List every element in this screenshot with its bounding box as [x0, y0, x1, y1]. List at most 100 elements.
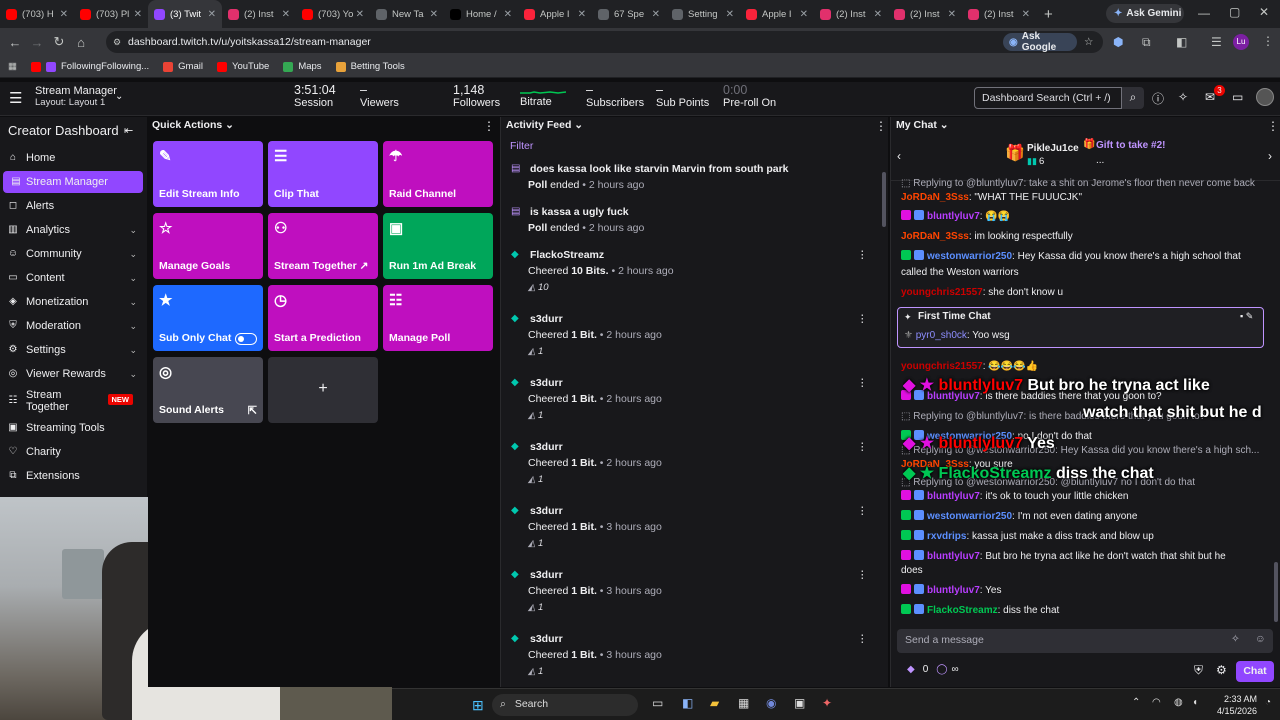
sub-only-toggle[interactable] [235, 333, 257, 345]
chat-username[interactable]: youngchris21557 [901, 361, 983, 372]
quick-action-start-a-prediction[interactable]: ◷ Start a Prediction [268, 285, 378, 351]
help-icon[interactable]: ⓘ [1152, 90, 1164, 107]
close-tab-icon[interactable]: ✕ [726, 9, 734, 20]
browser-tab[interactable]: Home / ✕ [444, 0, 518, 28]
back-icon[interactable]: ← [4, 35, 26, 50]
bookmark-star-icon[interactable]: ☆ [1084, 36, 1093, 48]
chat-username[interactable]: JoRDaN_3Sss [901, 192, 969, 203]
new-tab-button[interactable]: + [1044, 6, 1053, 23]
sidebar-item-streaming-tools[interactable]: ▣ Streaming Tools [0, 417, 147, 439]
magic-wand-icon[interactable]: ✧ [1231, 633, 1240, 645]
windows-start-icon[interactable]: ⊞ [472, 697, 484, 714]
chat-username[interactable]: youngchris21557 [901, 287, 983, 298]
browser-tab[interactable]: 67 Spe ✕ [592, 0, 666, 28]
close-tab-icon[interactable]: ✕ [430, 9, 438, 20]
sidebar-item-analytics[interactable]: ▥ Analytics ⌄ [0, 219, 147, 241]
sidebar-item-stream-together[interactable]: ☷ Stream Together NEW [0, 387, 147, 415]
close-tab-icon[interactable]: ✕ [800, 9, 808, 20]
browser-tab[interactable]: (2) Inst ✕ [222, 0, 296, 28]
chat-message[interactable]: bluntlyluv7: 😭😭 [901, 210, 1271, 223]
close-tab-icon[interactable]: ✕ [874, 9, 882, 20]
chat-scrollbar[interactable] [1274, 562, 1278, 622]
quick-action-edit-stream-info[interactable]: ✎ Edit Stream Info [153, 141, 263, 207]
activity-event[interactable]: ◆ s3durr Cheered 1 Bit. • 2 hours ago ⋮ ◭ 1 [511, 313, 881, 357]
activity-event[interactable]: ◆ s3durr Cheered 1 Bit. • 2 hours ago ⋮ ◭ 1 [511, 441, 881, 485]
chat-message[interactable]: youngchris21557: 😂😂😂👍 [901, 360, 1271, 373]
bookmark-maps[interactable]: Maps [283, 61, 322, 72]
chat-username[interactable]: bluntlyluv7 [927, 585, 980, 596]
chat-username[interactable]: rxvdrips [927, 531, 966, 542]
close-tab-icon[interactable]: ✕ [134, 9, 142, 20]
ask-google-button[interactable]: ◉ Ask Google [1003, 31, 1077, 53]
close-tab-icon[interactable]: ✕ [208, 9, 216, 20]
sidebar-item-monetization[interactable]: ◈ Monetization ⌄ [0, 291, 147, 313]
sidebar-item-extensions[interactable]: ⧉ Extensions [0, 465, 147, 487]
bookmark-betting-tools[interactable]: Betting Tools [335, 61, 405, 72]
activity-event[interactable]: ◆ s3durr Cheered 1 Bit. • 3 hours ago ⋮ ◭ 1 [511, 633, 881, 677]
browser-tab[interactable]: Setting ✕ [666, 0, 740, 28]
activity-event[interactable]: ◆ s3durr Cheered 1 Bit. • 2 hours ago ⋮ ◭ 1 [511, 377, 881, 421]
browser-tab[interactable]: (703) Yo ✕ [296, 0, 370, 28]
quick-action-clip-that[interactable]: ☰ Clip That [268, 141, 378, 207]
address-bar[interactable]: ⚙ dashboard.twitch.tv/u/yoitskassa12/str… [106, 31, 1103, 53]
file-explorer-icon[interactable]: ▰ [710, 696, 719, 710]
hamburger-menu-icon[interactable]: ☰ [9, 89, 22, 107]
site-info-icon[interactable]: ⚙ [113, 37, 121, 48]
chat-username[interactable]: bluntlyluv7 [927, 491, 980, 502]
add-quick-action-button[interactable]: + [268, 357, 378, 423]
reload-icon[interactable]: ↻ [48, 34, 70, 50]
sidebar-item-charity[interactable]: ♡ Charity [0, 441, 147, 463]
event-menu-icon[interactable]: ⋮ [857, 505, 868, 517]
chat-message[interactable]: does [901, 564, 1271, 577]
chat-message[interactable]: westonwarrior250: Hey Kassa did you know… [901, 250, 1271, 263]
app-chrome-icon[interactable]: ◧ [682, 696, 693, 710]
chevron-down-icon[interactable]: ⌄ [115, 91, 123, 102]
profile-avatar[interactable]: Lu [1233, 34, 1249, 50]
chat-message[interactable]: JoRDaN_3Sss: im looking respectfully [901, 230, 1271, 243]
event-menu-icon[interactable]: ⋮ [857, 441, 868, 453]
browser-tab[interactable]: (2) Inst ✕ [814, 0, 888, 28]
home-browser-icon[interactable]: ⌂ [70, 35, 92, 50]
stat-preroll[interactable]: 0:00 Pre-roll On [723, 84, 776, 110]
close-tab-icon[interactable]: ✕ [282, 9, 290, 20]
store-icon[interactable]: ▣ [794, 696, 805, 710]
taskbar-search-box[interactable]: ⌕ Search [492, 694, 638, 716]
close-tab-icon[interactable]: ✕ [652, 9, 660, 20]
browser-menu-icon[interactable]: ⋮ [1262, 34, 1274, 48]
wifi-icon[interactable]: ◠ [1152, 697, 1161, 708]
discord-icon[interactable]: ◉ [766, 696, 776, 710]
sidebar-item-stream-manager[interactable]: ▤ Stream Manager [3, 171, 143, 193]
ask-gemini-button[interactable]: ✦ Ask Gemini [1106, 4, 1184, 23]
mic-icon[interactable]: ◍ [1174, 697, 1183, 708]
quick-action-stream-together[interactable]: ⚇ Stream Together ↗ [268, 213, 378, 279]
chat-message[interactable]: FlackoStreamz: diss the chat [901, 604, 1271, 617]
chat-username[interactable]: JoRDaN_3Sss [901, 231, 969, 242]
event-menu-icon[interactable]: ⋮ [857, 249, 868, 261]
mod-shield-icon[interactable]: ⛨ [1194, 663, 1203, 678]
chat-message[interactable]: bluntlyluv7: Yes [901, 584, 1271, 597]
layout-selector[interactable]: Stream Manager Layout: Layout 1 [35, 85, 117, 109]
chat-message[interactable]: youngchris21557: she don't know u [901, 286, 1271, 299]
sidebar-item-viewer-rewards[interactable]: ◎ Viewer Rewards ⌄ [0, 363, 147, 385]
chat-username[interactable]: westonwarrior250 [927, 251, 1012, 262]
sidebar-item-moderation[interactable]: ⛨ Moderation ⌄ [0, 315, 147, 337]
quick-actions-header[interactable]: Quick Actions ⌄ [152, 119, 234, 131]
close-tab-icon[interactable]: ✕ [356, 9, 364, 20]
chat-username[interactable]: westonwarrior250 [927, 511, 1012, 522]
activity-menu-icon[interactable]: ⋮ [875, 119, 887, 133]
chat-message[interactable]: called the Weston warriors [901, 266, 1271, 279]
maximize-icon[interactable]: ▢ [1229, 5, 1240, 19]
bookmark-youtube[interactable]: YouTube [216, 61, 269, 72]
browser-tab[interactable]: Apple I ✕ [518, 0, 592, 28]
quick-action-sound-alerts[interactable]: ◎ Sound Alerts ⇱ [153, 357, 263, 423]
browser-tab[interactable]: (703) H ✕ [0, 0, 74, 28]
event-menu-icon[interactable]: ⋮ [857, 569, 868, 581]
event-menu-icon[interactable]: ⋮ [857, 633, 868, 645]
event-menu-icon[interactable]: ⋮ [857, 313, 868, 325]
apps-grid-icon[interactable]: ▦ [8, 61, 17, 72]
browser-tab[interactable]: (3) Twit ✕ [148, 0, 222, 28]
event-menu-icon[interactable]: ⋮ [857, 377, 868, 389]
browser-tab[interactable]: (2) Inst ✕ [888, 0, 962, 28]
forward-icon[interactable]: → [26, 35, 48, 50]
external-link-icon[interactable]: ⇱ [248, 404, 257, 417]
